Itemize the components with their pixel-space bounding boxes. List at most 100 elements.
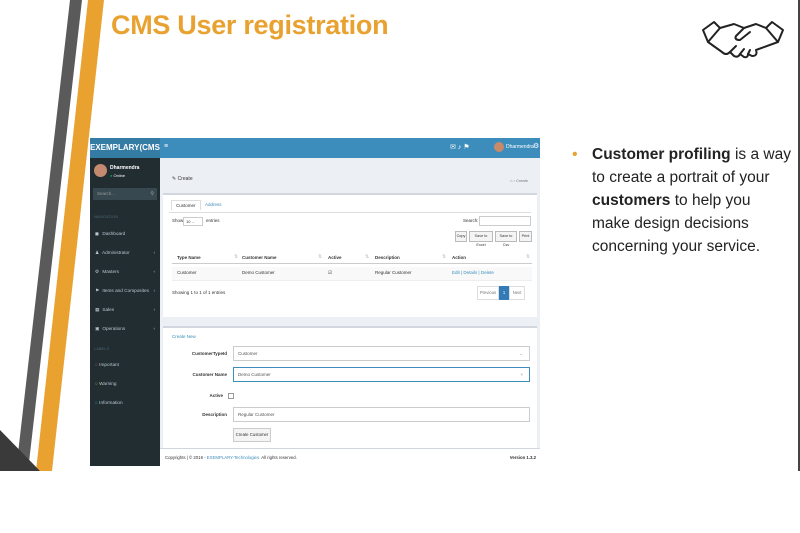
active-checkbox[interactable] [228, 393, 234, 399]
tab-divider [169, 212, 531, 213]
sort-icon[interactable]: ⇅ [526, 254, 530, 260]
sidebar-item-masters[interactable]: ⚙ Masters ‹ [90, 262, 160, 281]
circle-icon: ○ [95, 400, 98, 405]
menu-toggle-icon[interactable]: ≡ [164, 143, 168, 150]
col-action[interactable]: Action [452, 255, 466, 260]
description-field[interactable]: Regular Customer [233, 407, 530, 422]
table-search-input[interactable] [479, 216, 531, 226]
sidebar-search-input[interactable]: Search... ⚲ [93, 188, 157, 200]
create-customer-button[interactable]: Create Customer [233, 428, 271, 442]
page-title: ✎ Create [172, 176, 193, 182]
cms-screenshot: EXEMPLARY(CMS) ≡ ✉ ♪ ⚑ Dharmendra ⚙ Dhar… [90, 138, 540, 466]
customer-type-value: Customer [238, 351, 258, 356]
cell-customer-name: Demo Customer [242, 270, 275, 275]
sidebar-label-warning[interactable]: ○ Warning [90, 374, 160, 393]
copy-button[interactable]: Copy [455, 231, 467, 242]
chevron-down-icon: ⌄ [519, 351, 523, 356]
cms-main: ✎ Create ⌂ › Create Customer Address Sho… [160, 158, 540, 466]
cms-logo[interactable]: EXEMPLARY(CMS) [90, 138, 163, 158]
sort-icon[interactable]: ⇅ [365, 254, 369, 260]
topbar-avatar[interactable] [494, 142, 504, 152]
cell-active-checkbox: ☑ [328, 270, 333, 275]
dashboard-icon: ◼ [95, 231, 99, 236]
chevron-down-icon: ⌄ [191, 219, 195, 224]
customer-list-box: Customer Address Show 10 ⌄ entries Searc… [163, 193, 537, 317]
entries-label: entries [206, 218, 220, 223]
sidebar-avatar [94, 164, 107, 177]
sidebar-item-items-composites[interactable]: ⚑ Items and Composites ‹ [90, 281, 160, 300]
tab-customer[interactable]: Customer [171, 200, 201, 210]
sort-icon[interactable]: ⇅ [318, 254, 322, 260]
version-label: Version 1.3.2 [509, 455, 536, 460]
sidebar-item-label: Administrator [102, 250, 130, 255]
page-header: ✎ Create ⌂ › Create [160, 158, 540, 190]
chevron-left-icon: ‹ [153, 250, 155, 255]
sidebar-user-name: Dharmendra [110, 165, 140, 171]
bullet-dot-icon: • [572, 146, 578, 163]
gear-icon[interactable]: ⚙ [533, 142, 539, 150]
active-label: Active [209, 393, 223, 398]
handshake-icon [702, 21, 784, 59]
sidebar-item-sales[interactable]: ▦ Sales ‹ [90, 300, 160, 319]
status-dot-icon: ● [110, 173, 113, 178]
user-icon: ♟ [95, 250, 100, 255]
save-csv-button[interactable]: Save to Csv [495, 231, 517, 247]
page-size-value: 10 [186, 219, 191, 224]
save-excel-button[interactable]: Save to Excel [469, 231, 493, 247]
sidebar-label-text: Information [99, 400, 123, 405]
print-button[interactable]: Print [519, 231, 532, 242]
sidebar-item-label: Sales [102, 307, 115, 312]
search-icon[interactable]: ⚲ [150, 188, 154, 200]
blank-area [0, 471, 800, 533]
slide-title: CMS User registration [111, 10, 389, 40]
description-value: Regular Customer [238, 412, 275, 417]
col-customer-name[interactable]: Customer Name [242, 255, 277, 260]
edit-icon: ✎ [172, 176, 177, 182]
sidebar-item-administrator[interactable]: ♟ Administrator ‹ [90, 243, 160, 262]
cell-type-name: Customer [177, 270, 197, 275]
customer-type-select[interactable]: Customer ⌄ [233, 346, 530, 361]
customer-name-field[interactable]: Demo Customer × [233, 367, 530, 382]
copyright-text: Copyrights | © 2016 - [165, 455, 207, 460]
table-search-label: Search: [463, 218, 479, 223]
col-type-name[interactable]: Type Name [177, 255, 201, 260]
chevron-left-icon: ‹ [153, 307, 155, 312]
customer-name-label: Customer Name [192, 372, 227, 377]
sidebar-item-label: Operations [102, 326, 126, 331]
chevron-left-icon: ‹ [153, 288, 155, 293]
table-header: Type Name ⇅ Customer Name ⇅ Active ⇅ Des… [172, 252, 532, 264]
customer-type-label: CustomerTypeId [191, 351, 227, 356]
table-icon: ▦ [95, 307, 100, 312]
sidebar-item-operations[interactable]: ▣ Operations ‹ [90, 319, 160, 338]
circle-icon: ○ [95, 381, 98, 386]
cogs-icon: ⚙ [95, 269, 100, 274]
circle-icon: ○ [95, 362, 98, 367]
sidebar-user-status: ● Online [110, 173, 125, 178]
page-size-select[interactable]: 10 ⌄ [183, 217, 203, 226]
topbar-notification-icons[interactable]: ✉ ♪ ⚑ [450, 143, 470, 151]
brand-link[interactable]: EXEMPLARY-Technologies. [207, 455, 261, 460]
col-active[interactable]: Active [328, 255, 342, 260]
topbar-user-name[interactable]: Dharmendra [506, 144, 534, 150]
bullet-term: Customer profiling [592, 146, 731, 163]
home-icon[interactable]: ⌂ [510, 178, 512, 183]
pagination-previous[interactable]: Previous [477, 286, 499, 300]
sort-icon[interactable]: ⇅ [442, 254, 446, 260]
tab-address[interactable]: Address [201, 200, 226, 209]
sidebar-label-important[interactable]: ○ Important [90, 355, 160, 374]
pagination-next[interactable]: Next [509, 286, 525, 300]
sidebar-label-information[interactable]: ○ Information [90, 393, 160, 412]
slide: CMS User registration • Customer profili… [0, 0, 800, 471]
sidebar-item-dashboard[interactable]: ◼ Dashboard [90, 224, 160, 243]
page-title-text: Create [177, 176, 193, 182]
sort-icon[interactable]: ⇅ [234, 254, 238, 260]
sidebar-search-placeholder: Search... [97, 191, 116, 196]
bullet-term2: customers [592, 192, 671, 209]
clear-icon[interactable]: × [520, 368, 523, 381]
pagination-current[interactable]: 1 [499, 286, 509, 300]
create-new-link[interactable]: Create New [172, 334, 196, 339]
cms-topbar: ≡ ✉ ♪ ⚑ Dharmendra ⚙ [160, 138, 540, 158]
cell-action-links[interactable]: Edit | Details | Delete [452, 270, 494, 275]
flag-icon: ⚑ [95, 288, 100, 293]
col-description[interactable]: Description [375, 255, 400, 260]
